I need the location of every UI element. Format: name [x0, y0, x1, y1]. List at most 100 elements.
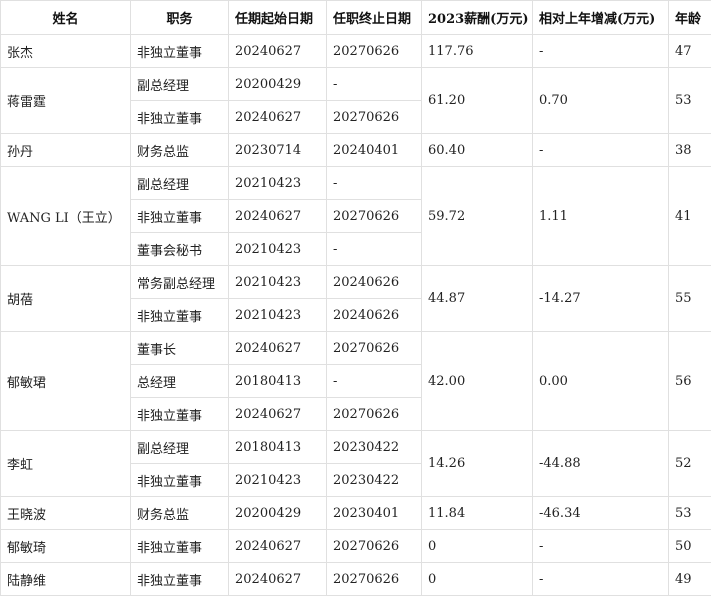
- end-date-cell: 20230422: [327, 431, 422, 464]
- salary-cell: 11.84: [422, 497, 533, 530]
- header-end-date: 任职终止日期: [327, 1, 422, 35]
- end-date-cell: 20230401: [327, 497, 422, 530]
- header-salary-2023: 2023薪酬(万元): [422, 1, 533, 35]
- age-cell: 47: [669, 35, 711, 68]
- change-cell: -14.27: [533, 266, 669, 332]
- change-cell: -: [533, 530, 669, 563]
- change-cell: -: [533, 563, 669, 596]
- start-date-cell: 20200429: [229, 497, 327, 530]
- start-date-cell: 20240627: [229, 563, 327, 596]
- change-cell: 0.00: [533, 332, 669, 431]
- person-name-cell: WANG LI（王立）: [1, 167, 131, 266]
- header-name: 姓名: [1, 1, 131, 35]
- position-cell: 总经理: [131, 365, 229, 398]
- person-name-cell: 孙丹: [1, 134, 131, 167]
- end-date-cell: 20230422: [327, 464, 422, 497]
- salary-cell: 0: [422, 530, 533, 563]
- change-cell: 0.70: [533, 68, 669, 134]
- end-date-cell: 20270626: [327, 398, 422, 431]
- table-body: 张杰非独立董事2024062720270626117.76-47蒋雷霆副总经理2…: [1, 35, 711, 596]
- header-start-date: 任期起始日期: [229, 1, 327, 35]
- position-cell: 非独立董事: [131, 464, 229, 497]
- end-date-cell: 20270626: [327, 563, 422, 596]
- start-date-cell: 20240627: [229, 332, 327, 365]
- salary-cell: 60.40: [422, 134, 533, 167]
- age-cell: 52: [669, 431, 711, 497]
- salary-cell: 61.20: [422, 68, 533, 134]
- change-cell: -: [533, 134, 669, 167]
- salary-cell: 117.76: [422, 35, 533, 68]
- position-cell: 财务总监: [131, 134, 229, 167]
- position-cell: 董事长: [131, 332, 229, 365]
- age-cell: 38: [669, 134, 711, 167]
- end-date-cell: 20270626: [327, 101, 422, 134]
- start-date-cell: 20210423: [229, 299, 327, 332]
- position-cell: 董事会秘书: [131, 233, 229, 266]
- end-date-cell: 20270626: [327, 332, 422, 365]
- position-cell: 副总经理: [131, 167, 229, 200]
- table-row: 郁敏琦非独立董事20240627202706260-50: [1, 530, 711, 563]
- age-cell: 56: [669, 332, 711, 431]
- start-date-cell: 20230714: [229, 134, 327, 167]
- position-cell: 副总经理: [131, 68, 229, 101]
- end-date-cell: -: [327, 68, 422, 101]
- table-row: 蒋雷霆副总经理20200429-61.200.7053: [1, 68, 711, 101]
- age-cell: 50: [669, 530, 711, 563]
- table-row: 孙丹财务总监202307142024040160.40-38: [1, 134, 711, 167]
- person-name-cell: 李虹: [1, 431, 131, 497]
- executive-compensation-table: 姓名 职务 任期起始日期 任职终止日期 2023薪酬(万元) 相对上年增减(万元…: [0, 0, 711, 596]
- start-date-cell: 20210423: [229, 464, 327, 497]
- position-cell: 副总经理: [131, 431, 229, 464]
- person-name-cell: 王晓波: [1, 497, 131, 530]
- salary-cell: 59.72: [422, 167, 533, 266]
- person-name-cell: 蒋雷霆: [1, 68, 131, 134]
- salary-cell: 0: [422, 563, 533, 596]
- position-cell: 非独立董事: [131, 563, 229, 596]
- start-date-cell: 20180413: [229, 431, 327, 464]
- start-date-cell: 20240627: [229, 101, 327, 134]
- salary-cell: 14.26: [422, 431, 533, 497]
- header-position: 职务: [131, 1, 229, 35]
- start-date-cell: 20240627: [229, 398, 327, 431]
- age-cell: 55: [669, 266, 711, 332]
- end-date-cell: -: [327, 167, 422, 200]
- start-date-cell: 20210423: [229, 266, 327, 299]
- table-row: 李虹副总经理201804132023042214.26-44.8852: [1, 431, 711, 464]
- position-cell: 非独立董事: [131, 530, 229, 563]
- table-row: 郁敏珺董事长202406272027062642.000.0056: [1, 332, 711, 365]
- end-date-cell: 20270626: [327, 200, 422, 233]
- end-date-cell: 20270626: [327, 35, 422, 68]
- header-change: 相对上年增减(万元): [533, 1, 669, 35]
- end-date-cell: -: [327, 233, 422, 266]
- start-date-cell: 20240627: [229, 35, 327, 68]
- end-date-cell: 20240626: [327, 266, 422, 299]
- change-cell: -: [533, 35, 669, 68]
- table-row: WANG LI（王立）副总经理20210423-59.721.1141: [1, 167, 711, 200]
- start-date-cell: 20200429: [229, 68, 327, 101]
- header-age: 年龄: [669, 1, 711, 35]
- person-name-cell: 陆静维: [1, 563, 131, 596]
- position-cell: 非独立董事: [131, 35, 229, 68]
- start-date-cell: 20210423: [229, 167, 327, 200]
- person-name-cell: 张杰: [1, 35, 131, 68]
- position-cell: 常务副总经理: [131, 266, 229, 299]
- position-cell: 非独立董事: [131, 398, 229, 431]
- change-cell: -44.88: [533, 431, 669, 497]
- age-cell: 49: [669, 563, 711, 596]
- end-date-cell: -: [327, 365, 422, 398]
- change-cell: -46.34: [533, 497, 669, 530]
- position-cell: 非独立董事: [131, 101, 229, 134]
- start-date-cell: 20210423: [229, 233, 327, 266]
- table-row: 王晓波财务总监202004292023040111.84-46.3453: [1, 497, 711, 530]
- salary-cell: 42.00: [422, 332, 533, 431]
- age-cell: 53: [669, 497, 711, 530]
- end-date-cell: 20270626: [327, 530, 422, 563]
- age-cell: 41: [669, 167, 711, 266]
- person-name-cell: 胡蓓: [1, 266, 131, 332]
- start-date-cell: 20240627: [229, 200, 327, 233]
- table-row: 胡蓓常务副总经理202104232024062644.87-14.2755: [1, 266, 711, 299]
- change-cell: 1.11: [533, 167, 669, 266]
- person-name-cell: 郁敏珺: [1, 332, 131, 431]
- age-cell: 53: [669, 68, 711, 134]
- salary-cell: 44.87: [422, 266, 533, 332]
